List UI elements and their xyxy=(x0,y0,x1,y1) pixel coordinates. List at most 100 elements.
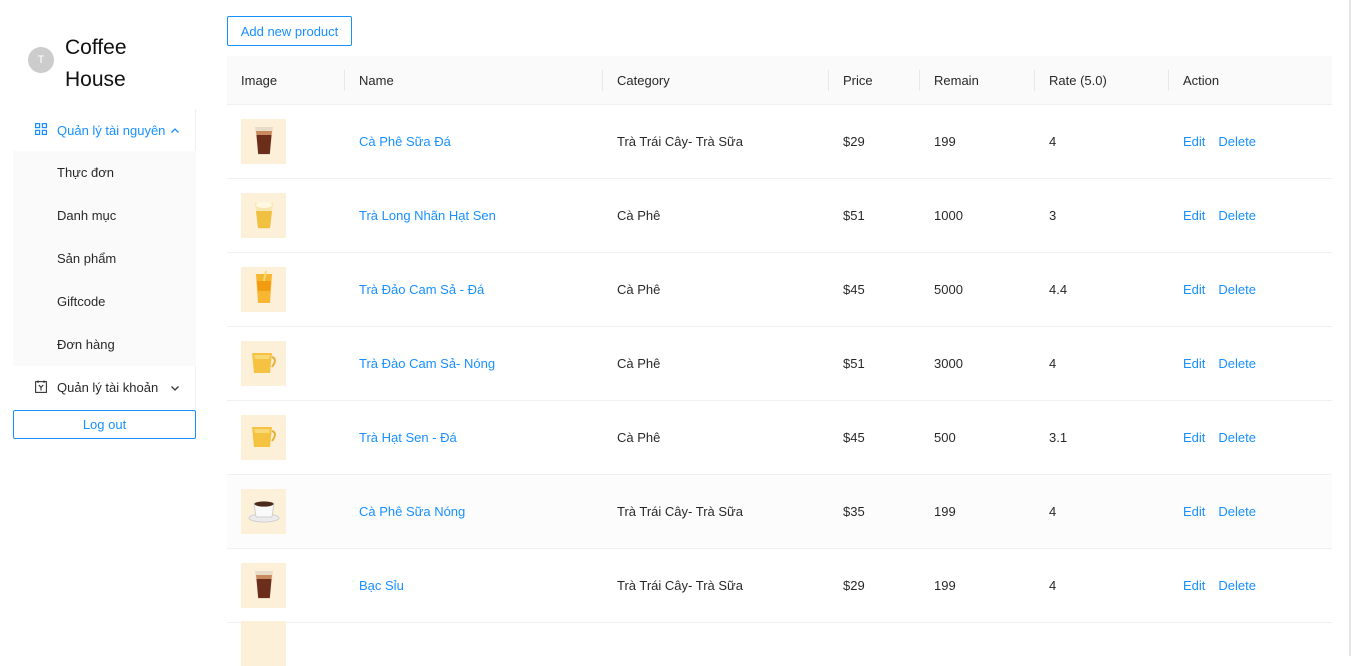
table-row: Trà Đảo Cam Sả - Đá Cà Phê $45 5000 4.4 Edit D… xyxy=(227,253,1332,327)
product-category: Cà Phê xyxy=(617,356,661,371)
edit-link[interactable]: Edit xyxy=(1183,134,1205,149)
edit-link[interactable]: Edit xyxy=(1183,578,1205,593)
menu-item-danh-muc[interactable]: Danh mục xyxy=(13,194,196,237)
edit-link[interactable]: Edit xyxy=(1183,430,1205,445)
menu-group-accounts[interactable]: Quản lý tài khoản xyxy=(13,366,196,408)
edit-link[interactable]: Edit xyxy=(1183,282,1205,297)
product-price: $29 xyxy=(843,134,865,149)
brand: T Coffee House xyxy=(28,32,175,96)
product-name-link[interactable]: Trà Hạt Sen - Đá xyxy=(359,430,457,445)
account-book-icon xyxy=(35,380,49,394)
product-thumb xyxy=(241,193,286,238)
product-remain: 199 xyxy=(934,504,956,519)
side-menu: Quản lý tài nguyên Thực đơn Danh mục Sản… xyxy=(13,109,196,408)
cell-price: $29 xyxy=(829,578,920,593)
menu-group-resources[interactable]: Quản lý tài nguyên xyxy=(13,109,196,151)
cell-category: Trà Trái Cây- Trà Sữa xyxy=(603,578,829,593)
edit-link[interactable]: Edit xyxy=(1183,504,1205,519)
product-rate: 4 xyxy=(1049,578,1057,593)
column-header-remain: Remain xyxy=(920,56,1035,104)
product-category: Trà Trái Cây- Trà Sữa xyxy=(617,504,743,519)
product-name-link[interactable]: Cà Phê Sữa Nóng xyxy=(359,504,465,519)
product-thumb xyxy=(241,563,286,608)
cell-image xyxy=(227,489,345,534)
table-row: Trà Long Nhãn Hạt Sen Cà Phê $51 1000 3 Edit D… xyxy=(227,179,1332,253)
menu-item-giftcode[interactable]: Giftcode xyxy=(13,280,196,323)
product-category: Cà Phê xyxy=(617,282,661,297)
cell-rate: 4 xyxy=(1035,356,1169,371)
cell-action: Edit Delete xyxy=(1169,356,1332,371)
product-price: $45 xyxy=(843,282,865,297)
cell-action: Edit Delete xyxy=(1169,208,1332,223)
product-remain: 5000 xyxy=(934,282,963,297)
product-thumb xyxy=(241,119,286,164)
cell-category: Cà Phê xyxy=(603,356,829,371)
product-remain: 3000 xyxy=(934,356,963,371)
column-header-action: Action xyxy=(1183,72,1220,88)
cell-image xyxy=(227,341,345,386)
hot-tea-icon xyxy=(249,349,279,378)
iced-coffee-icon xyxy=(252,123,276,160)
cell-price: $29 xyxy=(829,134,920,149)
product-rate: 4 xyxy=(1049,134,1057,149)
iced-coffee-icon xyxy=(252,567,276,604)
product-name-link[interactable]: Cà Phê Sữa Đá xyxy=(359,134,451,149)
menu-item-san-pham[interactable]: Sản phẩm xyxy=(13,237,196,280)
submenu-resources: Thực đơn Danh mục Sản phẩm Giftcode Đơn … xyxy=(13,151,196,366)
product-price: $51 xyxy=(843,356,865,371)
table-row: Cà Phê Sữa Đá Trà Trái Cây- Trà Sữa $29 199… xyxy=(227,105,1332,179)
product-name-link[interactable]: Trà Đào Cam Sả- Nóng xyxy=(359,356,495,371)
delete-link[interactable]: Delete xyxy=(1218,504,1256,519)
cell-category: Cà Phê xyxy=(603,430,829,445)
product-thumb xyxy=(241,489,286,534)
product-price: $29 xyxy=(843,578,865,593)
cell-name: Cà Phê Sữa Đá xyxy=(345,134,603,149)
product-name-link[interactable]: Trà Đảo Cam Sả - Đá xyxy=(359,282,484,297)
hot-coffee-cup-icon xyxy=(247,497,281,526)
product-thumb xyxy=(241,415,286,460)
cell-category: Trà Trái Cây- Trà Sữa xyxy=(603,504,829,519)
cell-action: Edit Delete xyxy=(1169,134,1332,149)
add-product-button[interactable]: Add new product xyxy=(227,16,352,46)
cell-remain: 500 xyxy=(920,430,1035,445)
product-name-link[interactable]: Bạc Sỉu xyxy=(359,578,404,593)
table-header: Image Name Category Price Remain Rate (5… xyxy=(227,56,1332,105)
cell-name: Trà Đảo Cam Sả - Đá xyxy=(345,282,603,297)
cell-rate: 3 xyxy=(1035,208,1169,223)
edit-link[interactable]: Edit xyxy=(1183,356,1205,371)
logout-button[interactable]: Log out xyxy=(13,410,196,439)
delete-link[interactable]: Delete xyxy=(1218,430,1256,445)
delete-link[interactable]: Delete xyxy=(1218,134,1256,149)
table-row: Trà Đào Cam Sả- Nóng Cà Phê $51 3000 4 Edit De… xyxy=(227,327,1332,401)
cell-remain: 199 xyxy=(920,504,1035,519)
cell-remain: 1000 xyxy=(920,208,1035,223)
delete-link[interactable]: Delete xyxy=(1218,282,1256,297)
delete-link[interactable]: Delete xyxy=(1218,578,1256,593)
cell-action: Edit Delete xyxy=(1169,282,1332,297)
product-remain: 1000 xyxy=(934,208,963,223)
delete-link[interactable]: Delete xyxy=(1218,356,1256,371)
cell-remain: 199 xyxy=(920,134,1035,149)
cell-image xyxy=(227,415,345,460)
cell-action: Edit Delete xyxy=(1169,504,1332,519)
product-rate: 4 xyxy=(1049,504,1057,519)
cell-price: $51 xyxy=(829,208,920,223)
product-thumb xyxy=(241,267,286,312)
avatar[interactable]: T xyxy=(28,47,54,73)
edit-link[interactable]: Edit xyxy=(1183,208,1205,223)
product-remain: 500 xyxy=(934,430,956,445)
menu-item-thuc-don[interactable]: Thực đơn xyxy=(13,151,196,194)
sidebar: T Coffee House Quản lý tài nguyên Thực đ… xyxy=(13,0,196,656)
delete-link[interactable]: Delete xyxy=(1218,208,1256,223)
product-remain: 199 xyxy=(934,578,956,593)
cell-image xyxy=(227,193,345,238)
product-price: $45 xyxy=(843,430,865,445)
product-name-link[interactable]: Trà Long Nhãn Hạt Sen xyxy=(359,208,496,223)
menu-item-don-hang[interactable]: Đơn hàng xyxy=(13,323,196,366)
cell-rate: 4.4 xyxy=(1035,282,1169,297)
products-table: Image Name Category Price Remain Rate (5… xyxy=(227,56,1332,666)
table-row-partial xyxy=(227,620,1332,666)
cell-remain: 5000 xyxy=(920,282,1035,297)
cell-rate: 4 xyxy=(1035,504,1169,519)
cell-category: Cà Phê xyxy=(603,208,829,223)
